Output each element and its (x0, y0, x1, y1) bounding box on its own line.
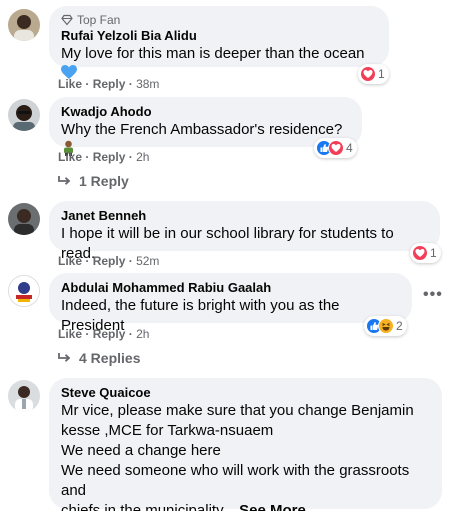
separator: · (85, 150, 90, 164)
top-fan-badge: Top Fan (61, 13, 377, 27)
comment-bubble: Top Fan Rufai Yelzoli Bia Alidu My love … (49, 6, 389, 79)
avatar[interactable] (8, 9, 40, 41)
avatar[interactable] (8, 203, 40, 235)
like-link[interactable]: Like (58, 150, 82, 164)
view-replies-link[interactable]: 4 Replies (57, 349, 140, 367)
comment-bubble: Kwadjo Ahodo Why the French Ambassador's… (49, 97, 362, 156)
reaction-count: 4 (346, 141, 353, 155)
separator: · (128, 77, 133, 91)
reply-link[interactable]: Reply (93, 150, 126, 164)
comment-actions: Like · Reply · 38m (58, 77, 159, 91)
reaction-count: 2 (396, 319, 403, 333)
comment-text-line: We need someone who will work with the g… (61, 462, 410, 499)
comment-author[interactable]: Steve Quaicoe (61, 385, 430, 401)
diamond-icon (61, 14, 73, 26)
reply-link[interactable]: Reply (93, 254, 126, 268)
comment-text-line: kesse ,MCE for Tarkwa-nsuaem (61, 422, 274, 439)
comment-actions: Like · Reply · 2h (58, 150, 149, 164)
reaction-summary[interactable]: 1 (358, 64, 389, 84)
comment-timestamp[interactable]: 38m (136, 77, 159, 91)
see-more-link[interactable]: See More (239, 502, 306, 511)
separator: · (128, 327, 133, 341)
reaction-summary[interactable]: 2 (364, 316, 407, 336)
comment-author[interactable]: Rufai Yelzoli Bia Alidu (61, 28, 377, 44)
reply-link[interactable]: Reply (93, 327, 126, 341)
comment-text-line: Mr vice, please make sure that you chang… (61, 402, 414, 419)
haha-reaction-icon (378, 318, 394, 334)
reaction-summary[interactable]: 1 (410, 243, 441, 263)
comment-timestamp[interactable]: 2h (136, 150, 149, 164)
like-link[interactable]: Like (58, 254, 82, 268)
replies-count-label[interactable]: 1 Reply (79, 172, 129, 190)
comment-actions: Like · Reply · 2h (58, 327, 149, 341)
top-fan-label: Top Fan (77, 13, 121, 27)
separator: · (128, 254, 133, 268)
comment-author[interactable]: Kwadjo Ahodo (61, 104, 350, 120)
comment-timestamp[interactable]: 52m (136, 254, 159, 268)
comment-text: Mr vice, please make sure that you chang… (61, 401, 430, 511)
comment-actions: Like · Reply · 52m (58, 254, 159, 268)
reply-arrow-icon (58, 353, 71, 362)
avatar[interactable] (8, 99, 40, 131)
love-reaction-icon (412, 245, 428, 261)
comment-bubble: Steve Quaicoe Mr vice, please make sure … (49, 378, 442, 511)
avatar[interactable] (8, 380, 40, 412)
separator: · (128, 150, 133, 164)
comment-bubble: Janet Benneh I hope it will be in our sc… (49, 201, 440, 262)
reaction-count: 1 (378, 67, 385, 81)
comment-bubble: Abdulai Mohammed Rabiu Gaalah Indeed, th… (49, 273, 412, 334)
reply-link[interactable]: Reply (93, 77, 126, 91)
like-link[interactable]: Like (58, 77, 82, 91)
comment-author[interactable]: Janet Benneh (61, 208, 428, 224)
comment-author[interactable]: Abdulai Mohammed Rabiu Gaalah (61, 280, 400, 296)
reaction-count: 1 (430, 246, 437, 260)
reaction-summary[interactable]: 4 (314, 138, 357, 158)
separator: · (85, 254, 90, 268)
reply-arrow-icon (58, 176, 71, 185)
view-replies-link[interactable]: 1 Reply (57, 172, 129, 190)
comment-text-line: We need a change here (61, 442, 221, 459)
love-reaction-icon (328, 140, 344, 156)
separator: · (85, 327, 90, 341)
more-options-icon[interactable]: ••• (423, 286, 443, 304)
replies-count-label[interactable]: 4 Replies (79, 349, 140, 367)
like-link[interactable]: Like (58, 327, 82, 341)
separator: · (85, 77, 90, 91)
comment-text-line: chiefs in the municipality... See More (61, 501, 430, 511)
love-reaction-icon (360, 66, 376, 82)
avatar[interactable] (8, 275, 40, 307)
comment-timestamp[interactable]: 2h (136, 327, 149, 341)
